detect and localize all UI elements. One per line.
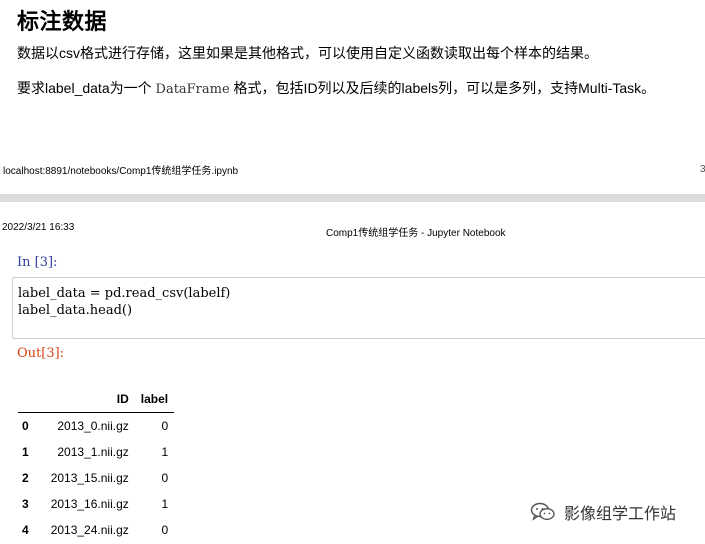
row-index: 0 <box>22 419 29 433</box>
cell-label: 0 <box>161 419 169 433</box>
wechat-icon <box>530 502 556 522</box>
table-row: 3 2013_16.nii.gz 1 <box>18 491 174 517</box>
row-index: 4 <box>22 523 29 537</box>
cell-id: 2013_15.nii.gz <box>50 471 129 485</box>
cell-id: 2013_1.nii.gz <box>57 445 129 459</box>
cell-id: 2013_0.nii.gz <box>57 419 129 433</box>
row-index: 3 <box>22 497 29 511</box>
print-title: Comp1传统组学任务 - Jupyter Notebook <box>326 228 506 239</box>
table-row: 4 2013_24.nii.gz 0 <box>18 517 174 543</box>
table-row: 1 2013_1.nii.gz 1 <box>18 439 174 465</box>
page-separator <box>0 194 705 202</box>
requirement-text-before: 要求label_data为一个 <box>17 80 156 96</box>
dataframe-inline-code: DataFrame <box>155 82 230 97</box>
code-line: label_data.head() <box>18 303 133 318</box>
paragraph-storage: 数据以csv格式进行存储，这里如果是其他格式，可以使用自定义函数读取出每个样本的… <box>17 45 598 61</box>
column-header-index <box>18 388 35 413</box>
cell-label: 0 <box>161 471 169 485</box>
table-header-row: ID label <box>18 388 175 413</box>
column-header-label: label <box>134 388 175 413</box>
code-editor[interactable]: label_data = pd.read_csv(labelf) label_d… <box>18 285 230 319</box>
cell-label: 1 <box>161 445 169 459</box>
in-prompt: In [3]: <box>17 255 58 270</box>
table-row: 0 2013_0.nii.gz 0 <box>18 413 174 440</box>
paragraph-requirement: 要求label_data为一个 DataFrame 格式，包括ID列以及后续的l… <box>17 78 655 98</box>
cell-id: 2013_16.nii.gz <box>50 497 129 511</box>
out-prompt: Out[3]: <box>17 346 65 361</box>
requirement-text-after: 格式，包括ID列以及后续的labels列，可以是多列，支持Multi-Task。 <box>229 80 656 96</box>
watermark-text: 影像组学工作站 <box>564 506 677 523</box>
code-line: label_data = pd.read_csv(labelf) <box>18 286 231 301</box>
page-number-fragment: 3 <box>700 164 705 175</box>
code-cell[interactable]: label_data = pd.read_csv(labelf) label_d… <box>12 277 705 339</box>
cell-label: 1 <box>161 497 169 511</box>
section-heading: 标注数据 <box>17 9 108 34</box>
column-header-id: ID <box>34 388 135 413</box>
row-index: 2 <box>22 471 29 485</box>
cell-label: 0 <box>161 523 169 537</box>
row-index: 1 <box>22 445 29 459</box>
watermark: 影像组学工作站 <box>530 500 676 524</box>
print-url: localhost:8891/notebooks/Comp1传统组学任务.ipy… <box>3 166 239 177</box>
table-row: 2 2013_15.nii.gz 0 <box>18 465 174 491</box>
print-date: 2022/3/21 16:33 <box>2 222 75 233</box>
cell-id: 2013_24.nii.gz <box>50 523 129 537</box>
dataframe-table: ID label 0 2013_0.nii.gz 0 1 2013_1.nii.… <box>18 388 175 543</box>
